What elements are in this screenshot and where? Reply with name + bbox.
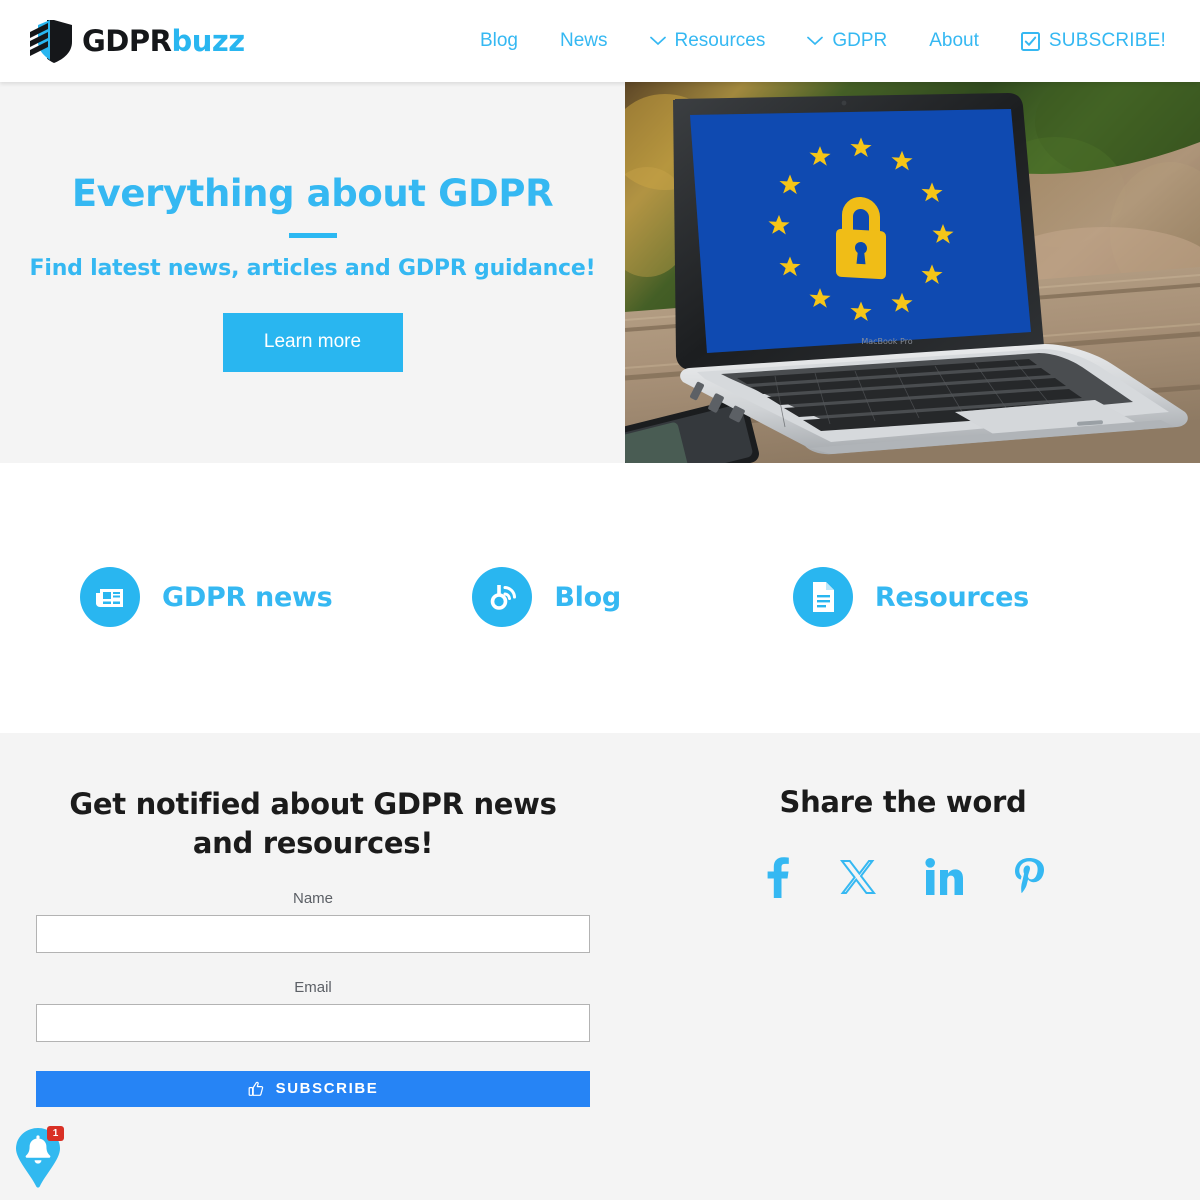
nav-label: SUBSCRIBE! <box>1048 30 1166 51</box>
x-twitter-icon[interactable] <box>839 859 877 900</box>
document-icon <box>792 567 853 627</box>
nav-item-subscribe[interactable]: SUBSCRIBE! <box>1000 30 1166 52</box>
pinterest-icon[interactable] <box>1012 856 1044 903</box>
logo-text-gdpr: GDPR <box>82 24 172 58</box>
hero-title: Everything about GDPR <box>71 172 554 215</box>
subscribe-button[interactable]: SUBSCRIBE <box>36 1070 590 1107</box>
nav-item-resources[interactable]: Resources <box>629 30 787 52</box>
site-logo[interactable]: GDPRbuzz <box>30 18 245 64</box>
hero-section: Everything about GDPR Find latest news, … <box>0 82 1200 463</box>
chevron-down-icon <box>807 36 824 46</box>
chevron-down-icon <box>649 36 666 46</box>
linkedin-icon[interactable] <box>924 858 964 901</box>
email-input[interactable] <box>36 1003 590 1042</box>
learn-more-button[interactable]: Learn more <box>222 312 403 372</box>
logo-text-buzz: buzz <box>171 24 245 58</box>
shield-stripes-icon <box>30 20 72 63</box>
nav-item-blog[interactable]: Blog <box>459 30 539 52</box>
facebook-icon[interactable] <box>762 856 792 903</box>
nav-label: About <box>929 30 979 51</box>
newsletter-title: Get notified about GDPR news and resourc… <box>69 787 557 861</box>
newsletter-signup: Get notified about GDPR news and resourc… <box>36 785 590 1107</box>
share-block: Share the word <box>700 785 1106 903</box>
nav-item-gdpr[interactable]: GDPR <box>786 30 908 52</box>
thumbs-up-icon <box>248 1081 263 1096</box>
nav-label: Resources <box>674 30 766 51</box>
site-header: GDPRbuzz Blog News Resources GDPR About … <box>0 0 1200 82</box>
features-section: GDPR news Blog Resources <box>0 463 1200 733</box>
nav-label: GDPR <box>832 30 888 51</box>
svg-text:MacBook Pro: MacBook Pro <box>861 337 912 346</box>
name-input[interactable] <box>36 914 590 953</box>
blogger-rss-icon <box>472 567 533 627</box>
hero-subtitle: Find latest news, articles and GDPR guid… <box>29 255 596 281</box>
nav-item-news[interactable]: News <box>539 30 629 52</box>
checkbox-checked-icon <box>1020 31 1040 51</box>
feature-label: GDPR news <box>162 581 333 613</box>
hero-text-panel: Everything about GDPR Find latest news, … <box>0 82 625 463</box>
subscribe-button-label: SUBSCRIBE <box>275 1080 379 1098</box>
main-navigation: Blog News Resources GDPR About SUBSCRIBE… <box>459 30 1166 52</box>
nav-item-about[interactable]: About <box>908 30 1000 52</box>
nav-label: News <box>560 30 608 51</box>
hero-image: MacBook Pro <box>625 82 1200 463</box>
bottom-section: Get notified about GDPR news and resourc… <box>0 733 1200 1200</box>
hero-divider <box>288 232 337 238</box>
share-title: Share the word <box>779 785 1027 819</box>
email-field-label: Email <box>294 978 332 996</box>
newspaper-icon <box>80 567 140 627</box>
feature-blog[interactable]: Blog <box>472 567 621 627</box>
page-root: GDPRbuzz Blog News Resources GDPR About … <box>0 0 1200 1200</box>
feature-resources[interactable]: Resources <box>792 567 1029 627</box>
nav-label: Blog <box>479 30 518 51</box>
notification-count-badge: 1 <box>47 1126 64 1141</box>
name-field-label: Name <box>292 889 333 907</box>
notification-pin[interactable]: 1 <box>14 1126 64 1188</box>
laptop-eu-flag-photo: MacBook Pro <box>625 82 1200 463</box>
feature-gdpr-news[interactable]: GDPR news <box>80 567 333 627</box>
feature-label: Resources <box>874 581 1029 613</box>
feature-label: Blog <box>554 581 621 613</box>
